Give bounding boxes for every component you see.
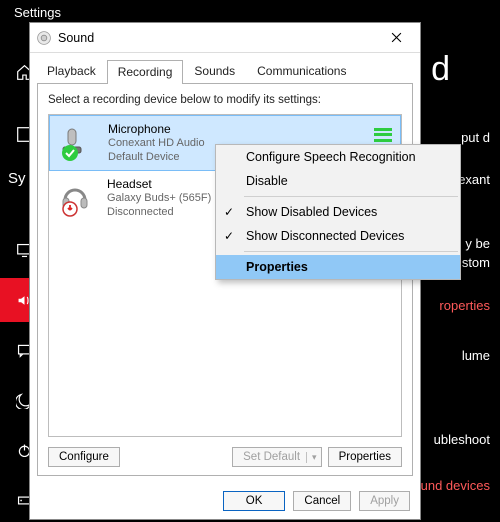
- device-name: Microphone: [108, 122, 205, 136]
- apply-button[interactable]: Apply: [359, 491, 410, 511]
- dialog-title: Sound: [58, 31, 94, 45]
- menu-item-properties[interactable]: Properties: [216, 255, 460, 279]
- device-name: Headset: [107, 177, 222, 191]
- menu-item-show-disabled[interactable]: ✓ Show Disabled Devices: [216, 200, 460, 224]
- bg-text-output: put d: [461, 130, 490, 145]
- tab-playback[interactable]: Playback: [36, 59, 107, 83]
- menu-separator: [244, 251, 458, 252]
- properties-button[interactable]: Properties: [328, 447, 402, 467]
- prompt-text: Select a recording device below to modif…: [48, 94, 402, 106]
- tab-communications[interactable]: Communications: [246, 59, 357, 83]
- device-text: Microphone Conexant HD Audio Default Dev…: [108, 122, 205, 164]
- bg-link-troubleshoot[interactable]: ubleshoot: [434, 432, 490, 447]
- configure-button[interactable]: Configure: [48, 447, 120, 467]
- page-header-fragment: d: [431, 50, 450, 89]
- menu-item-disable[interactable]: Disable: [216, 169, 460, 193]
- device-text: Headset Galaxy Buds+ (565F) H Disconnect…: [107, 177, 222, 219]
- bg-text-volume: lume: [462, 348, 490, 363]
- tab-sounds[interactable]: Sounds: [183, 59, 246, 83]
- bg-text-ybe: y be: [465, 236, 490, 251]
- tab-recording[interactable]: Recording: [107, 60, 184, 84]
- bottom-buttons: Configure Set Default ▾ Properties: [48, 447, 402, 467]
- close-button[interactable]: [378, 24, 414, 52]
- speaker-icon: [36, 30, 52, 46]
- device-status: Default Device: [108, 150, 205, 164]
- menu-separator: [244, 196, 458, 197]
- chevron-down-icon[interactable]: ▾: [306, 452, 317, 463]
- titlebar[interactable]: Sound: [30, 23, 420, 53]
- check-icon: ✓: [224, 205, 234, 219]
- menu-item-show-disconnected[interactable]: ✓ Show Disconnected Devices: [216, 224, 460, 248]
- menu-item-label: Show Disconnected Devices: [246, 229, 404, 243]
- headset-icon: [57, 178, 97, 218]
- bg-link-sound-devices[interactable]: ound devices: [413, 478, 490, 493]
- menu-item-configure-sr[interactable]: Configure Speech Recognition: [216, 145, 460, 169]
- bg-text-exant: exant: [458, 172, 490, 187]
- device-driver: Conexant HD Audio: [108, 136, 205, 150]
- device-status: Disconnected: [107, 205, 222, 219]
- ok-button[interactable]: OK: [223, 491, 286, 511]
- cancel-button[interactable]: Cancel: [293, 491, 351, 511]
- tabs: Playback Recording Sounds Communications: [30, 59, 420, 83]
- tab-body: Select a recording device below to modif…: [37, 84, 413, 476]
- set-default-label: Set Default: [243, 451, 300, 463]
- set-default-button[interactable]: Set Default ▾: [232, 447, 321, 467]
- bg-link-properties[interactable]: roperties: [439, 298, 490, 313]
- dialog-buttons: OK Cancel Apply: [30, 483, 420, 519]
- microphone-icon: [58, 123, 98, 163]
- context-menu: Configure Speech Recognition Disable ✓ S…: [215, 144, 461, 280]
- menu-item-label: Show Disabled Devices: [246, 205, 377, 219]
- check-icon: ✓: [224, 229, 234, 243]
- device-driver: Galaxy Buds+ (565F) H: [107, 191, 222, 205]
